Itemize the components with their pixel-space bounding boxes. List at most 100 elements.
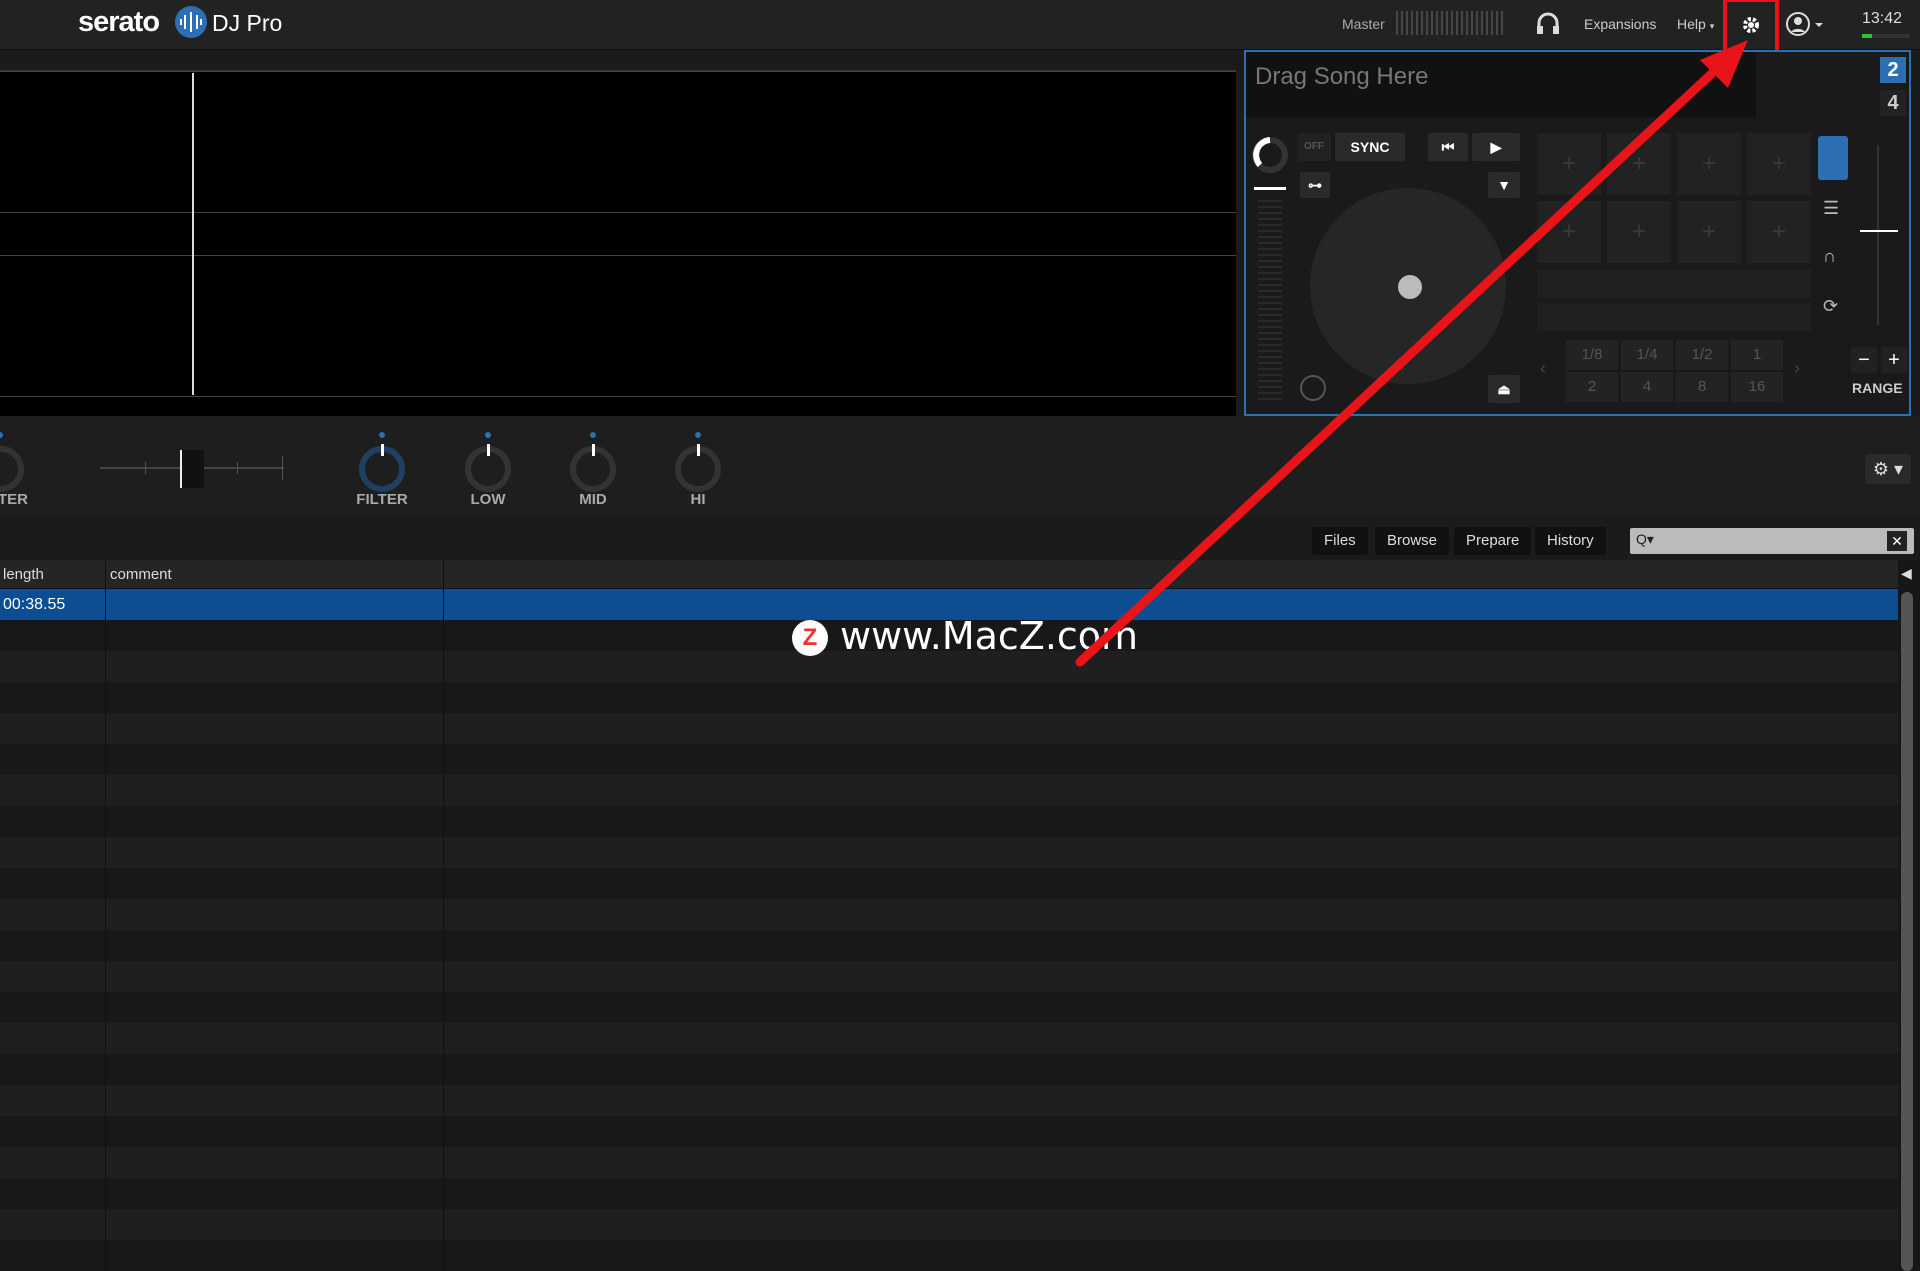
user-account-icon[interactable] — [1785, 11, 1825, 44]
mixer-strip — [0, 416, 1920, 516]
table-row[interactable] — [0, 744, 1898, 775]
play-icon: ▶ — [1490, 139, 1502, 155]
slip-button[interactable]: ⊶ — [1300, 172, 1330, 198]
filter-icon: ▼ — [1497, 177, 1511, 193]
search-input[interactable] — [1630, 528, 1914, 554]
annotation-highlight-box — [1723, 0, 1779, 56]
eject-button[interactable]: ⏏ — [1488, 375, 1520, 403]
tab-prepare[interactable]: Prepare — [1454, 527, 1532, 555]
search-clear-button[interactable]: ✕ — [1887, 531, 1907, 551]
cue-button[interactable]: ⏮ — [1428, 133, 1468, 161]
tab-history[interactable]: History — [1535, 527, 1606, 555]
beatjump-prev-icon[interactable]: ‹ — [1540, 358, 1546, 379]
cue-mode-button[interactable] — [1818, 136, 1848, 180]
waveform-gridline — [0, 255, 1236, 256]
table-row[interactable] — [0, 961, 1898, 992]
crossfader-handle[interactable] — [180, 450, 204, 488]
table-row[interactable] — [0, 1023, 1898, 1054]
hot-cue-pad[interactable]: + — [1607, 201, 1671, 263]
flip-mode-icon[interactable]: ∩ — [1823, 246, 1836, 267]
loop-mode-icon[interactable]: ⟳ — [1823, 296, 1838, 317]
serato-logo-icon — [175, 6, 207, 38]
saved-loop-slot[interactable] — [1537, 270, 1811, 298]
collapse-panel-icon[interactable]: ◀ — [1901, 565, 1912, 582]
crossfader-tick — [237, 462, 238, 474]
clock: 13:42 — [1862, 10, 1903, 27]
saved-loop-slot[interactable] — [1537, 303, 1811, 331]
beat-jump-button[interactable]: 8 — [1676, 372, 1728, 402]
column-divider — [443, 560, 444, 1271]
roll-mode-icon[interactable]: ☰ — [1823, 198, 1839, 219]
help-label: Help — [1677, 16, 1706, 32]
table-row[interactable] — [0, 1147, 1898, 1178]
beatjump-next-icon[interactable]: › — [1794, 358, 1800, 379]
tab-browse[interactable]: Browse — [1375, 527, 1450, 555]
table-row[interactable] — [0, 1116, 1898, 1147]
pitch-plus-button[interactable]: + — [1881, 347, 1907, 373]
help-menu[interactable]: Help ▾ — [1677, 16, 1714, 32]
knob-pointer — [381, 444, 384, 456]
pitch-fader-handle[interactable] — [1860, 230, 1898, 250]
watermark-text: www.MacZ.com — [840, 614, 1139, 658]
column-header-comment[interactable]: comment — [110, 566, 172, 583]
table-row[interactable] — [0, 868, 1898, 899]
censor-button[interactable]: ▼ — [1488, 172, 1520, 198]
table-row[interactable] — [0, 899, 1898, 930]
table-row[interactable] — [0, 992, 1898, 1023]
hot-cue-pad[interactable]: + — [1537, 133, 1601, 195]
knob-indicator — [590, 432, 596, 438]
hot-cue-pad[interactable]: + — [1537, 201, 1601, 263]
hot-cue-pad[interactable]: + — [1677, 201, 1741, 263]
beat-jump-button[interactable]: 16 — [1731, 372, 1783, 402]
pitch-minus-button[interactable]: − — [1851, 347, 1877, 373]
table-row[interactable] — [0, 837, 1898, 868]
search-icon[interactable]: Q▾ — [1636, 531, 1654, 548]
table-row[interactable] — [0, 1178, 1898, 1209]
table-row[interactable] — [0, 806, 1898, 837]
table-row[interactable] — [0, 713, 1898, 744]
table-row[interactable] — [0, 1085, 1898, 1116]
key-lock-icon[interactable] — [1250, 135, 1290, 180]
hot-cue-pad[interactable]: + — [1677, 133, 1741, 195]
deck-number-toggle[interactable]: 4 — [1880, 90, 1906, 116]
pitch-range-button[interactable]: RANGE — [1852, 380, 1903, 396]
knob-pointer — [592, 444, 595, 456]
hot-cue-pad[interactable]: + — [1747, 133, 1811, 195]
watermark-logo: Z — [792, 620, 828, 656]
knob-indicator — [695, 432, 701, 438]
table-row[interactable] — [0, 1209, 1898, 1240]
table-row[interactable] — [0, 930, 1898, 961]
deck-number-active[interactable]: 2 — [1880, 57, 1906, 83]
beat-jump-button[interactable]: 4 — [1621, 372, 1673, 402]
mixer-settings-button[interactable]: ⚙ ▾ — [1865, 454, 1911, 484]
tab-files[interactable]: Files — [1312, 527, 1368, 555]
expansions-button[interactable]: Expansions — [1584, 16, 1656, 32]
table-row[interactable] — [0, 682, 1898, 713]
vinyl-mode-icon[interactable] — [1300, 375, 1326, 401]
waveform-display[interactable] — [0, 70, 1236, 416]
play-button[interactable]: ▶ — [1472, 133, 1520, 161]
sync-button[interactable]: SYNC — [1335, 133, 1405, 161]
hot-cue-pad[interactable]: + — [1607, 133, 1671, 195]
headphones-icon[interactable] — [1535, 10, 1561, 41]
waveform-gridline — [0, 71, 1236, 72]
knob-indicator — [485, 432, 491, 438]
beat-jump-button[interactable]: 1/8 — [1566, 340, 1618, 370]
table-row[interactable] — [0, 1054, 1898, 1085]
knob-label: TER — [0, 491, 28, 508]
knob-label: MID — [579, 491, 607, 508]
column-header-length[interactable]: length — [3, 566, 44, 583]
beat-jump-button[interactable]: 2 — [1566, 372, 1618, 402]
app-logo-text: serato — [78, 6, 160, 38]
table-row[interactable] — [0, 775, 1898, 806]
beat-jump-button[interactable]: 1/4 — [1621, 340, 1673, 370]
hot-cue-pad[interactable]: + — [1747, 201, 1811, 263]
waveform-gridline — [0, 396, 1236, 397]
beat-jump-button[interactable]: 1 — [1731, 340, 1783, 370]
beat-jump-button[interactable]: 1/2 — [1676, 340, 1728, 370]
table-row[interactable] — [0, 1240, 1898, 1271]
track-table[interactable]: length comment 00:38.55 — [0, 560, 1898, 1271]
scrollbar-thumb[interactable] — [1901, 592, 1913, 1271]
sync-off-button[interactable]: OFF — [1297, 133, 1331, 161]
master-level-meter — [1396, 11, 1504, 35]
